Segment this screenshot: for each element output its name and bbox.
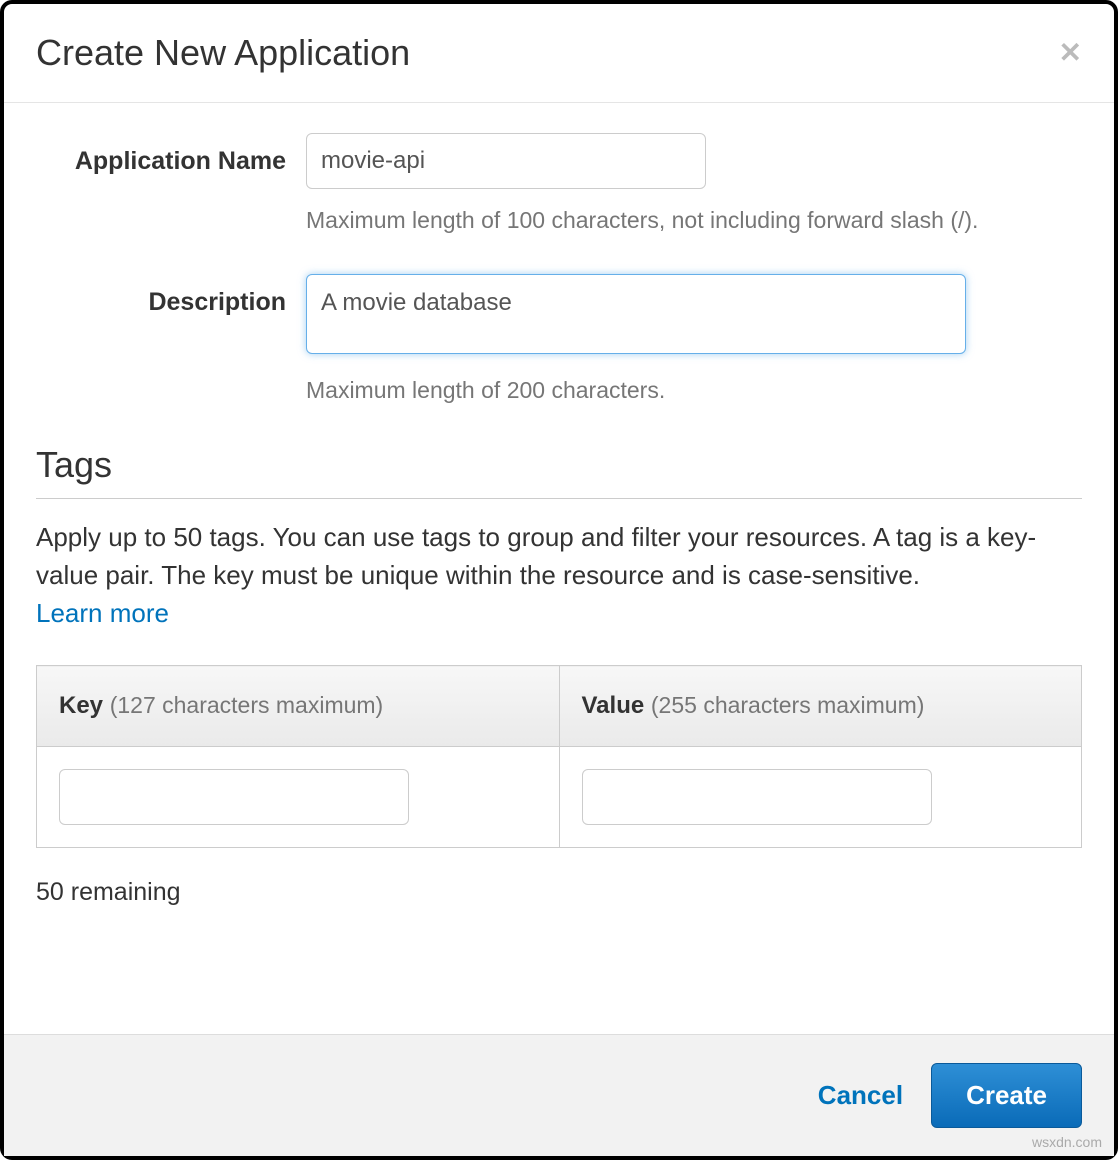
app-name-help: Maximum length of 100 characters, not in…: [306, 207, 1082, 234]
tags-table: Key (127 characters maximum) Value (255 …: [36, 665, 1082, 848]
app-name-input[interactable]: [306, 133, 706, 189]
tags-remaining: 50 remaining: [36, 878, 1082, 907]
cancel-button[interactable]: Cancel: [818, 1080, 903, 1111]
tag-value-input[interactable]: [582, 769, 932, 825]
table-row: [37, 747, 1082, 848]
description-label: Description: [36, 274, 306, 317]
tags-heading: Tags: [36, 444, 1082, 499]
tags-col-key: Key (127 characters maximum): [37, 666, 560, 747]
description-help: Maximum length of 200 characters.: [306, 377, 1082, 404]
tags-col-value-label: Value: [582, 692, 645, 719]
description-input[interactable]: [306, 274, 966, 354]
learn-more-link[interactable]: Learn more: [36, 598, 169, 629]
tags-col-key-hint: (127 characters maximum): [110, 692, 384, 718]
create-button[interactable]: Create: [931, 1063, 1082, 1128]
watermark: wsxdn.com: [1032, 1134, 1102, 1150]
tags-col-value: Value (255 characters maximum): [559, 666, 1082, 747]
tags-col-value-hint: (255 characters maximum): [651, 692, 925, 718]
tags-description: Apply up to 50 tags. You can use tags to…: [36, 519, 1082, 594]
modal-title: Create New Application: [36, 32, 410, 74]
tags-col-key-label: Key: [59, 692, 103, 719]
close-icon[interactable]: ✕: [1059, 39, 1082, 67]
app-name-label: Application Name: [36, 133, 306, 176]
tag-key-input[interactable]: [59, 769, 409, 825]
